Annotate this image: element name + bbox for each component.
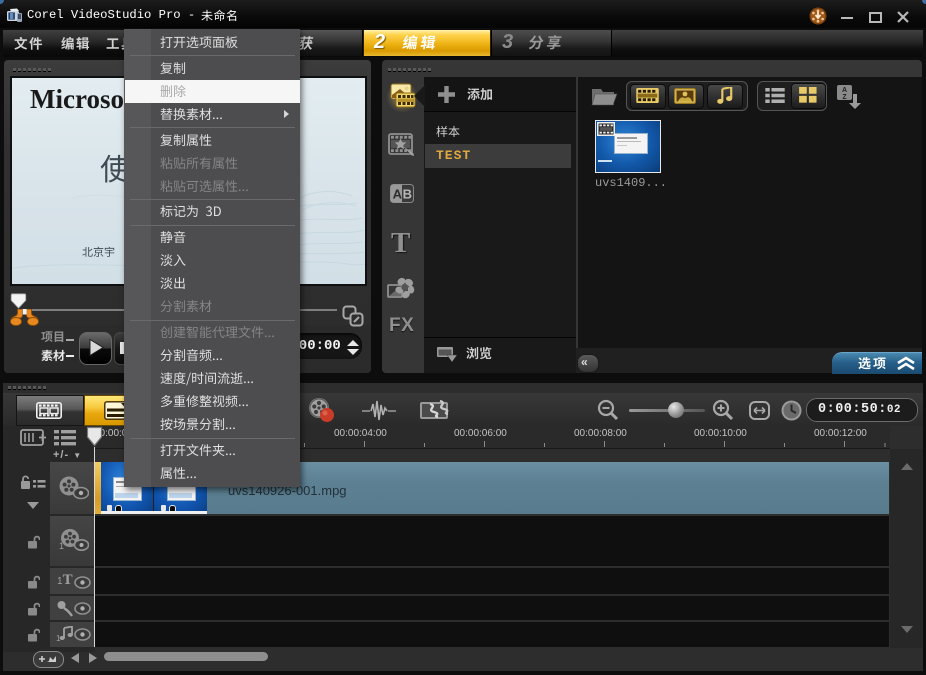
svg-text:B: B [403, 187, 412, 202]
svg-text:A: A [393, 187, 403, 202]
svg-text:A: A [842, 87, 847, 94]
svg-text:Z: Z [842, 94, 847, 101]
